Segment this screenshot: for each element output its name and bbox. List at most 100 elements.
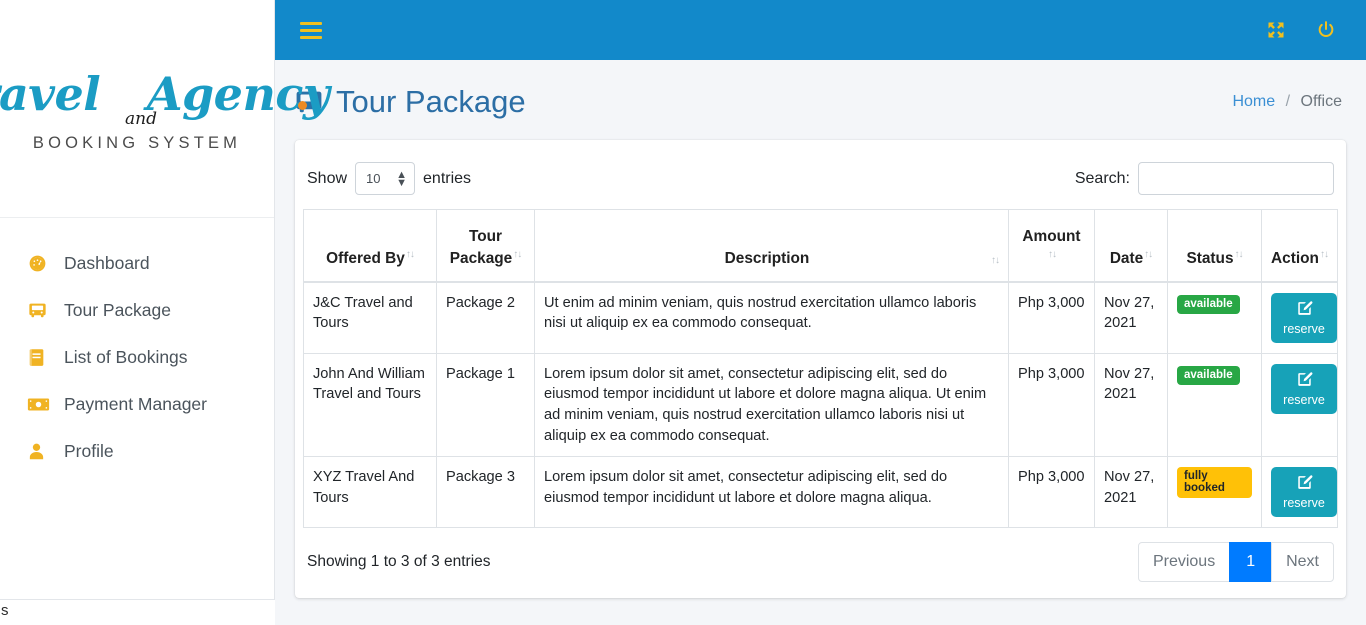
reserve-button[interactable]: reserve — [1271, 292, 1337, 343]
sidebar-item-label: Tour Package — [64, 300, 172, 320]
sort-arrows-icon: ↑↓ — [1319, 248, 1329, 260]
sidebar-item-tour-package[interactable]: Tour Package — [0, 287, 274, 334]
cell-offered-by: John And William Travel and Tours — [303, 352, 437, 458]
breadcrumb: Home / Office — [1232, 93, 1342, 111]
status-badge: fully booked — [1177, 467, 1252, 499]
cell-description: Ut enim ad minim veniam, quis nostrud ex… — [534, 281, 1009, 354]
top-navbar — [275, 0, 1366, 60]
sidebar: Travel Agency and BOOKING SYSTEM Dashb — [0, 0, 330, 600]
column-header-offered-by[interactable]: Offered By↑↓ — [303, 209, 437, 283]
reserve-button-label: reserve — [1283, 496, 1325, 511]
sort-arrows-icon: ↑↓ — [513, 248, 522, 260]
table-row: John And William Travel and Tours Packag… — [303, 352, 1338, 458]
cell-status: fully booked — [1167, 456, 1262, 529]
money-bill-icon — [27, 394, 57, 415]
pagination-previous-button[interactable]: Previous — [1137, 542, 1231, 583]
brand-script-text: Travel Agency — [0, 71, 330, 117]
table-header-row: Offered By↑↓ Tour Package↑↓ Description ↑… — [303, 209, 1338, 283]
status-badge: available — [1177, 365, 1240, 385]
sidebar-item-label: Payment Manager — [64, 394, 207, 414]
sort-arrows-icon: ↑↓ — [1234, 248, 1244, 260]
sidebar-item-label: Profile — [64, 441, 114, 461]
edit-square-icon — [1296, 474, 1313, 491]
entries-label: entries — [423, 169, 472, 187]
sidebar-nav: Dashboard Tour Package List of Bookings … — [0, 218, 274, 475]
cell-amount: Php 3,000 — [1008, 281, 1095, 354]
expand-arrows-icon[interactable] — [1266, 20, 1286, 40]
datatable-footer: Showing 1 to 3 of 3 entries Previous 1 N… — [303, 528, 1338, 588]
column-header-date[interactable]: Date↑↓ — [1094, 209, 1168, 283]
page-header: Tour Package Home / Office — [275, 60, 1366, 140]
entries-select-wrap: 10 25 50 100 ▲▼ — [355, 162, 416, 195]
brand-word-agency: Agency — [146, 66, 330, 121]
cell-action: reserve — [1261, 281, 1338, 354]
search-label: Search: — [1074, 169, 1130, 187]
sidebar-item-label: List of Bookings — [64, 347, 188, 367]
book-icon — [27, 347, 57, 368]
tachometer-icon — [27, 253, 57, 274]
sort-arrows-icon: ↑↓ — [991, 254, 1000, 266]
main-content: Tour Package Home / Office Show 10 25 50… — [275, 60, 1366, 625]
sidebar-item-label: Dashboard — [64, 253, 150, 273]
pagination-page-1-button[interactable]: 1 — [1229, 542, 1273, 583]
cell-date: Nov 27, 2021 — [1094, 281, 1168, 354]
cell-amount: Php 3,000 — [1008, 456, 1095, 529]
cell-tour-package: Package 2 — [436, 281, 535, 354]
power-off-icon[interactable] — [1316, 20, 1336, 40]
table-body: J&C Travel and Tours Package 2 Ut enim a… — [303, 281, 1338, 529]
column-header-status[interactable]: Status↑↓ — [1167, 209, 1262, 283]
brand-word-travel: Travel — [0, 66, 101, 121]
cell-status: available — [1167, 281, 1262, 354]
edit-square-icon — [1296, 371, 1313, 388]
page-title-text: Tour Package — [336, 84, 526, 119]
sort-arrows-icon: ↑↓ — [405, 248, 415, 260]
search-control: Search: — [1075, 162, 1334, 195]
topbar-actions — [1266, 20, 1336, 40]
sidebar-item-list-of-bookings[interactable]: List of Bookings — [0, 334, 274, 381]
user-icon — [27, 441, 57, 462]
cell-offered-by: XYZ Travel And Tours — [303, 456, 437, 529]
show-label: Show — [307, 169, 348, 187]
column-header-description[interactable]: Description ↑↓ — [534, 209, 1009, 283]
cell-action: reserve — [1261, 352, 1338, 458]
cell-date: Nov 27, 2021 — [1094, 456, 1168, 529]
bus-icon — [27, 300, 57, 321]
entries-length-control: Show 10 25 50 100 ▲▼ entries — [307, 162, 471, 195]
brand-logo[interactable]: Travel Agency and BOOKING SYSTEM — [0, 0, 330, 218]
hamburger-icon[interactable] — [300, 21, 322, 39]
brand-dot-right-icon — [298, 100, 308, 110]
sort-arrows-icon: ↑↓ — [1144, 248, 1153, 260]
search-input[interactable] — [1138, 162, 1334, 195]
cell-offered-by: J&C Travel and Tours — [303, 281, 437, 354]
cell-description: Lorem ipsum dolor sit amet, consectetur … — [534, 352, 1009, 458]
reserve-button[interactable]: reserve — [1271, 467, 1337, 518]
tour-package-card: Show 10 25 50 100 ▲▼ entries Search: — [295, 140, 1346, 599]
cell-description: Lorem ipsum dolor sit amet, consectetur … — [534, 456, 1009, 529]
table-row: J&C Travel and Tours Package 2 Ut enim a… — [303, 281, 1338, 354]
cell-date: Nov 27, 2021 — [1094, 352, 1168, 458]
tour-package-table: Offered By↑↓ Tour Package↑↓ Description ↑… — [303, 209, 1338, 529]
status-badge: available — [1177, 294, 1240, 314]
stray-text: s — [1, 602, 9, 619]
table-head: Offered By↑↓ Tour Package↑↓ Description ↑… — [303, 209, 1338, 283]
column-header-tour-package[interactable]: Tour Package↑↓ — [436, 209, 535, 283]
sidebar-item-payment-manager[interactable]: Payment Manager — [0, 381, 274, 428]
brand-subtitle: BOOKING SYSTEM — [32, 133, 242, 152]
sidebar-item-dashboard[interactable]: Dashboard — [0, 240, 274, 287]
reserve-button[interactable]: reserve — [1271, 363, 1337, 414]
table-info-text: Showing 1 to 3 of 3 entries — [307, 553, 491, 571]
reserve-button-label: reserve — [1283, 392, 1325, 407]
breadcrumb-home-link[interactable]: Home — [1232, 93, 1275, 110]
entries-select[interactable]: 10 25 50 100 — [355, 162, 416, 195]
datatable-controls: Show 10 25 50 100 ▲▼ entries Search: — [303, 154, 1338, 209]
pagination-next-button[interactable]: Next — [1271, 542, 1334, 583]
table-row: XYZ Travel And Tours Package 3 Lorem ips… — [303, 456, 1338, 529]
column-header-action[interactable]: Action↑↓ — [1261, 209, 1338, 283]
edit-square-icon — [1296, 300, 1313, 317]
breadcrumb-current: Office — [1300, 93, 1343, 110]
pagination: Previous 1 Next — [1137, 542, 1334, 583]
cell-status: available — [1167, 352, 1262, 458]
sidebar-item-profile[interactable]: Profile — [0, 428, 274, 475]
column-header-amount[interactable]: Amount↑↓ — [1008, 209, 1095, 283]
reserve-button-label: reserve — [1283, 321, 1325, 336]
